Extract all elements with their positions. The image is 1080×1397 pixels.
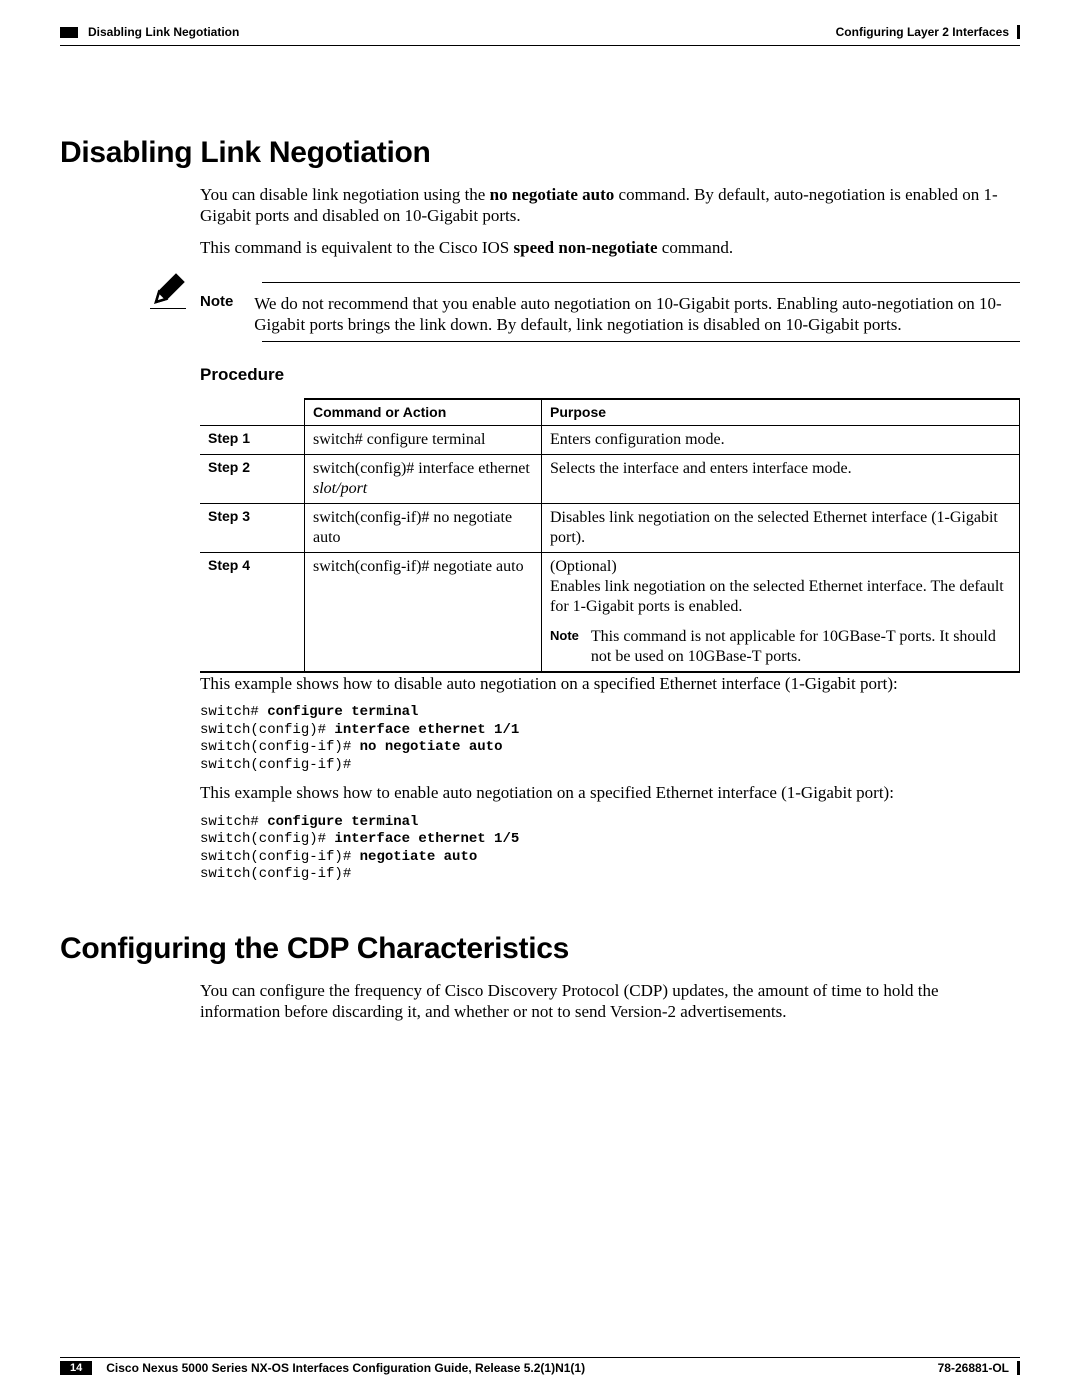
step-cell: Step 3: [200, 504, 305, 553]
header-rule: [60, 45, 1020, 46]
bold-command-text: no negotiate auto: [490, 185, 615, 204]
section2-paragraph: You can configure the frequency of Cisco…: [200, 980, 1020, 1023]
page-footer: 14 Cisco Nexus 5000 Series NX-OS Interfa…: [60, 1357, 1020, 1375]
bold-command-text: speed non-negotiate: [514, 238, 658, 257]
page-number-badge: 14: [60, 1361, 92, 1375]
step-cell: Step 4: [200, 553, 305, 673]
purpose-cell: (Optional) Enables link negotiation on t…: [542, 553, 1020, 673]
intro-paragraph-1: You can disable link negotiation using t…: [200, 184, 1020, 227]
header-right-text: Configuring Layer 2 Interfaces: [836, 25, 1009, 39]
command-cell: switch(config-if)# negotiate auto: [305, 553, 542, 673]
step-cell: Step 2: [200, 455, 305, 504]
code-example-2: switch# configure terminal switch(config…: [200, 814, 1020, 884]
procedure-table: Command or Action Purpose Step 1 switch#…: [200, 398, 1020, 674]
footer-docid: 78-26881-OL: [938, 1361, 1009, 1375]
table-row: Step 3 switch(config-if)# no negotiate a…: [200, 504, 1020, 553]
header-left-text: Disabling Link Negotiation: [88, 25, 239, 39]
note-pencil-icon: [150, 272, 186, 308]
command-cell: switch(config)# interface ethernet slot/…: [305, 455, 542, 504]
table-row: Step 1 switch# configure terminal Enters…: [200, 426, 1020, 455]
inline-note-text: This command is not applicable for 10GBa…: [591, 627, 1011, 667]
footer-rule-mark-icon: [1017, 1361, 1020, 1375]
page-header: Disabling Link Negotiation Configuring L…: [60, 25, 1020, 39]
table-header-row: Command or Action Purpose: [200, 399, 1020, 426]
table-header-step: [200, 399, 305, 426]
purpose-cell: Enters configuration mode.: [542, 426, 1020, 455]
section-heading: Disabling Link Negotiation: [60, 136, 1020, 170]
procedure-heading: Procedure: [200, 364, 1020, 385]
note-block: Note We do not recommend that you enable…: [200, 282, 1020, 343]
purpose-cell: Selects the interface and enters interfa…: [542, 455, 1020, 504]
note-label: Note: [200, 293, 250, 312]
command-cell: switch(config-if)# no negotiate auto: [305, 504, 542, 553]
footer-title: Cisco Nexus 5000 Series NX-OS Interfaces…: [106, 1361, 585, 1375]
table-header-command: Command or Action: [305, 399, 542, 426]
command-cell: switch# configure terminal: [305, 426, 542, 455]
inline-note-label: Note: [550, 627, 579, 667]
purpose-cell: Disables link negotiation on the selecte…: [542, 504, 1020, 553]
example-intro-1: This example shows how to disable auto n…: [200, 673, 1020, 694]
header-black-box-icon: [60, 27, 78, 38]
table-header-purpose: Purpose: [542, 399, 1020, 426]
intro-paragraph-2: This command is equivalent to the Cisco …: [200, 237, 1020, 258]
example-intro-2: This example shows how to enable auto ne…: [200, 782, 1020, 803]
note-text: We do not recommend that you enable auto…: [254, 293, 1014, 336]
section-heading-2: Configuring the CDP Characteristics: [60, 932, 1020, 966]
table-row: Step 2 switch(config)# interface etherne…: [200, 455, 1020, 504]
step-cell: Step 1: [200, 426, 305, 455]
table-row: Step 4 switch(config-if)# negotiate auto…: [200, 553, 1020, 673]
code-example-1: switch# configure terminal switch(config…: [200, 704, 1020, 774]
inline-note: Note This command is not applicable for …: [550, 627, 1011, 667]
header-rule-mark-icon: [1017, 25, 1020, 39]
